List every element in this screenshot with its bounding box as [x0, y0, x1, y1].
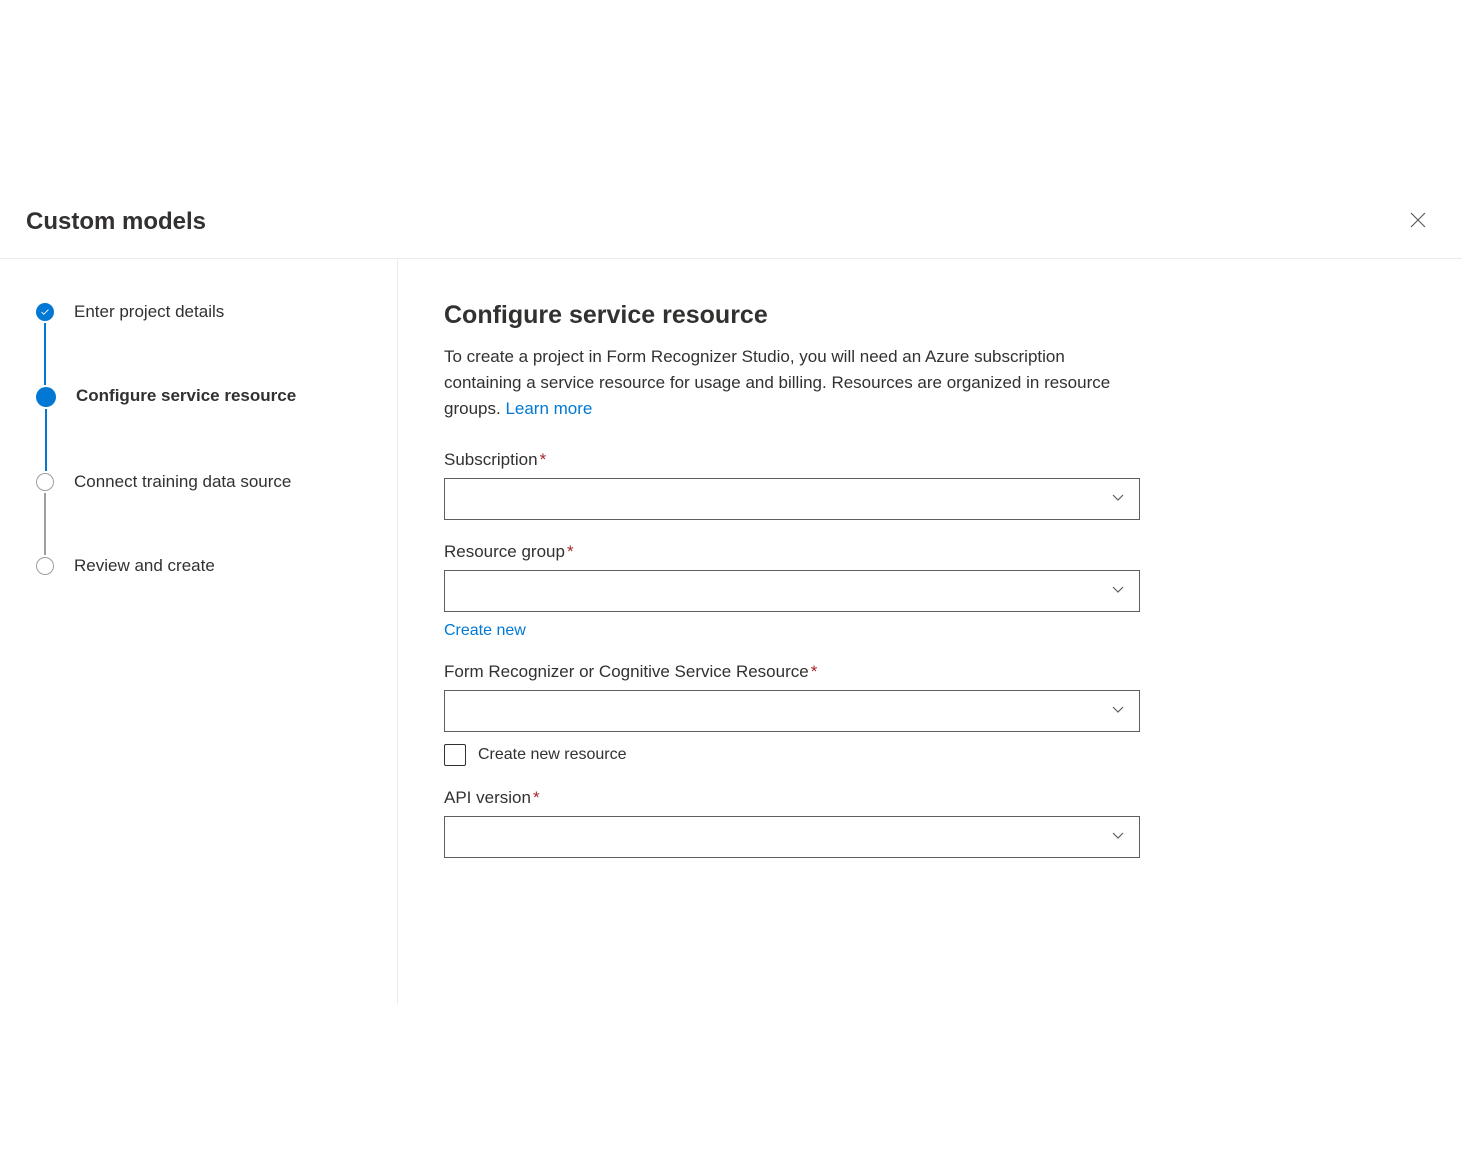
- step-connector: [44, 493, 46, 555]
- step-label: Connect training data source: [74, 473, 291, 491]
- required-asterisk: *: [567, 542, 574, 561]
- create-new-resource-checkbox[interactable]: [444, 744, 466, 766]
- wizard-sidebar: Enter project details Configure service …: [0, 259, 398, 1004]
- step-indicator-upcoming-icon: [36, 557, 54, 575]
- main-panel: Configure service resource To create a p…: [398, 259, 1462, 1004]
- chevron-down-icon: [1111, 582, 1125, 600]
- resource-group-field-group: Resource group* Create new: [444, 542, 1414, 640]
- create-new-resource-checkbox-row: Create new resource: [444, 744, 1414, 766]
- wizard-step-list: Enter project details Configure service …: [36, 303, 397, 575]
- required-asterisk: *: [540, 450, 547, 469]
- resource-group-select[interactable]: [444, 570, 1140, 612]
- subscription-select[interactable]: [444, 478, 1140, 520]
- step-label: Review and create: [74, 557, 215, 575]
- wizard-step-review-and-create[interactable]: Review and create: [36, 557, 397, 575]
- chevron-down-icon: [1111, 828, 1125, 846]
- step-label: Configure service resource: [76, 387, 296, 405]
- close-icon: [1410, 212, 1426, 233]
- api-version-select[interactable]: [444, 816, 1140, 858]
- step-connector: [45, 409, 47, 471]
- chevron-down-icon: [1111, 490, 1125, 508]
- subscription-field-group: Subscription*: [444, 450, 1414, 520]
- dialog-title: Custom models: [26, 208, 206, 236]
- step-indicator-upcoming-icon: [36, 473, 54, 491]
- wizard-step-enter-project-details[interactable]: Enter project details: [36, 303, 397, 387]
- step-indicator-completed-icon: [36, 303, 54, 321]
- create-new-resource-group-link[interactable]: Create new: [444, 622, 526, 640]
- api-version-field-group: API version*: [444, 788, 1414, 858]
- form-recognizer-label: Form Recognizer or Cognitive Service Res…: [444, 662, 1414, 682]
- learn-more-link[interactable]: Learn more: [505, 399, 592, 418]
- wizard-step-connect-training-data-source[interactable]: Connect training data source: [36, 473, 397, 557]
- section-title: Configure service resource: [444, 301, 1414, 330]
- subscription-label: Subscription*: [444, 450, 1414, 470]
- step-indicator-current-icon: [36, 387, 56, 407]
- required-asterisk: *: [533, 788, 540, 807]
- form-recognizer-field-group: Form Recognizer or Cognitive Service Res…: [444, 662, 1414, 766]
- step-label: Enter project details: [74, 303, 224, 321]
- wizard-step-configure-service-resource[interactable]: Configure service resource: [36, 387, 397, 473]
- required-asterisk: *: [811, 662, 818, 681]
- resource-group-label: Resource group*: [444, 542, 1414, 562]
- api-version-label: API version*: [444, 788, 1414, 808]
- close-button[interactable]: [1402, 206, 1434, 238]
- section-description: To create a project in Form Recognizer S…: [444, 344, 1144, 422]
- content-wrapper: Enter project details Configure service …: [0, 259, 1462, 1004]
- dialog-header: Custom models: [0, 182, 1462, 259]
- step-connector: [44, 323, 46, 385]
- create-new-resource-checkbox-label[interactable]: Create new resource: [478, 746, 627, 764]
- form-recognizer-select[interactable]: [444, 690, 1140, 732]
- chevron-down-icon: [1111, 702, 1125, 720]
